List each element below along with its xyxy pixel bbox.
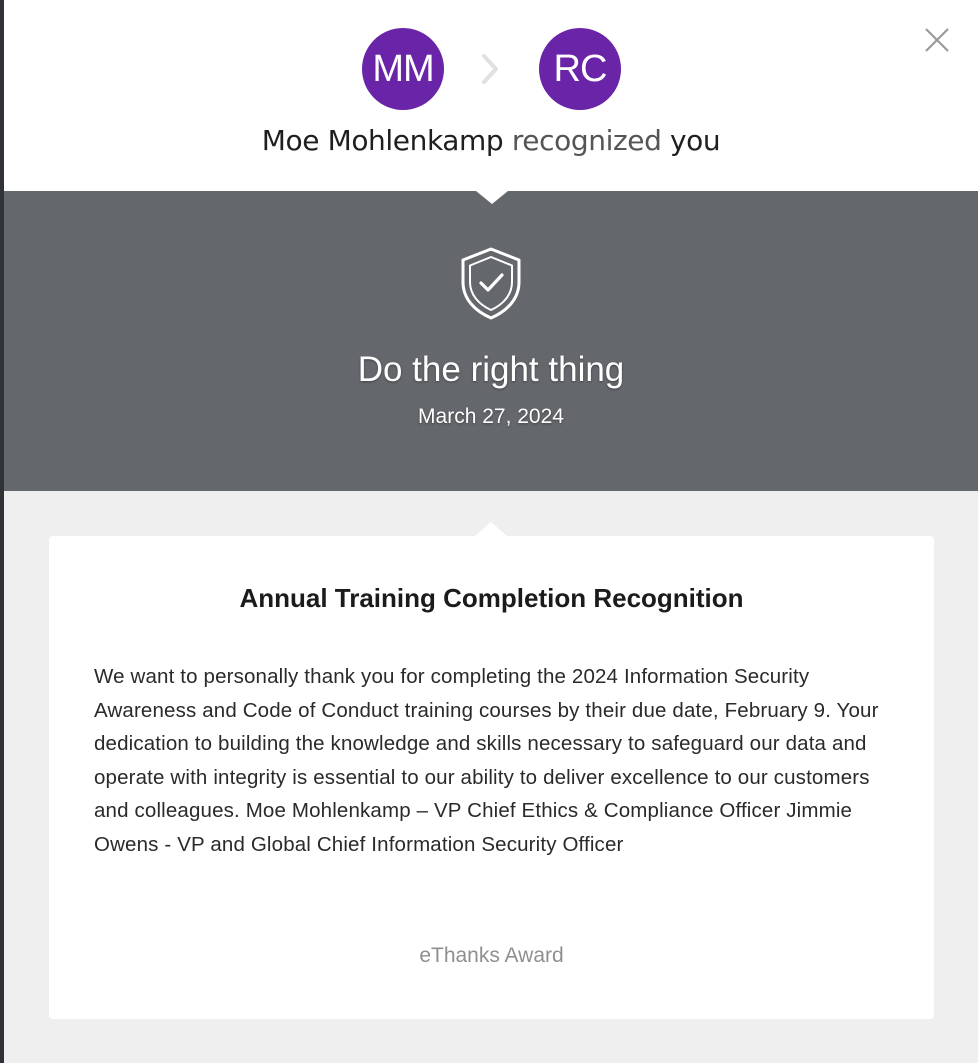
card-title: Annual Training Completion Recognition bbox=[239, 583, 744, 613]
sender-name[interactable]: Moe Mohlenkamp bbox=[262, 124, 504, 157]
action-text: recognized bbox=[511, 124, 662, 157]
close-icon[interactable] bbox=[916, 22, 958, 60]
card-notch bbox=[475, 522, 507, 536]
recognition-headline: Moe Mohlenkamp recognized you bbox=[4, 124, 978, 157]
award-type-label: eThanks Award bbox=[419, 944, 564, 967]
recognition-modal: MM RC Moe Mohlenkamp recognized you Do t… bbox=[4, 0, 978, 1063]
recipient-text: you bbox=[669, 124, 721, 157]
value-banner bbox=[4, 191, 978, 491]
recipient-avatar[interactable]: RC bbox=[539, 28, 621, 110]
chevron-right-icon bbox=[482, 54, 498, 84]
recognition-header: MM RC Moe Mohlenkamp recognized you bbox=[4, 0, 978, 191]
value-title: Do the right thing bbox=[357, 350, 625, 389]
shield-check-icon bbox=[461, 247, 521, 320]
recognition-date: March 27, 2024 bbox=[418, 405, 564, 428]
banner-notch bbox=[476, 191, 508, 204]
card-message: We want to personally thank you for comp… bbox=[94, 665, 879, 856]
message-card: Annual Training Completion Recognition W… bbox=[49, 536, 934, 1019]
sender-avatar[interactable]: MM bbox=[362, 28, 444, 110]
